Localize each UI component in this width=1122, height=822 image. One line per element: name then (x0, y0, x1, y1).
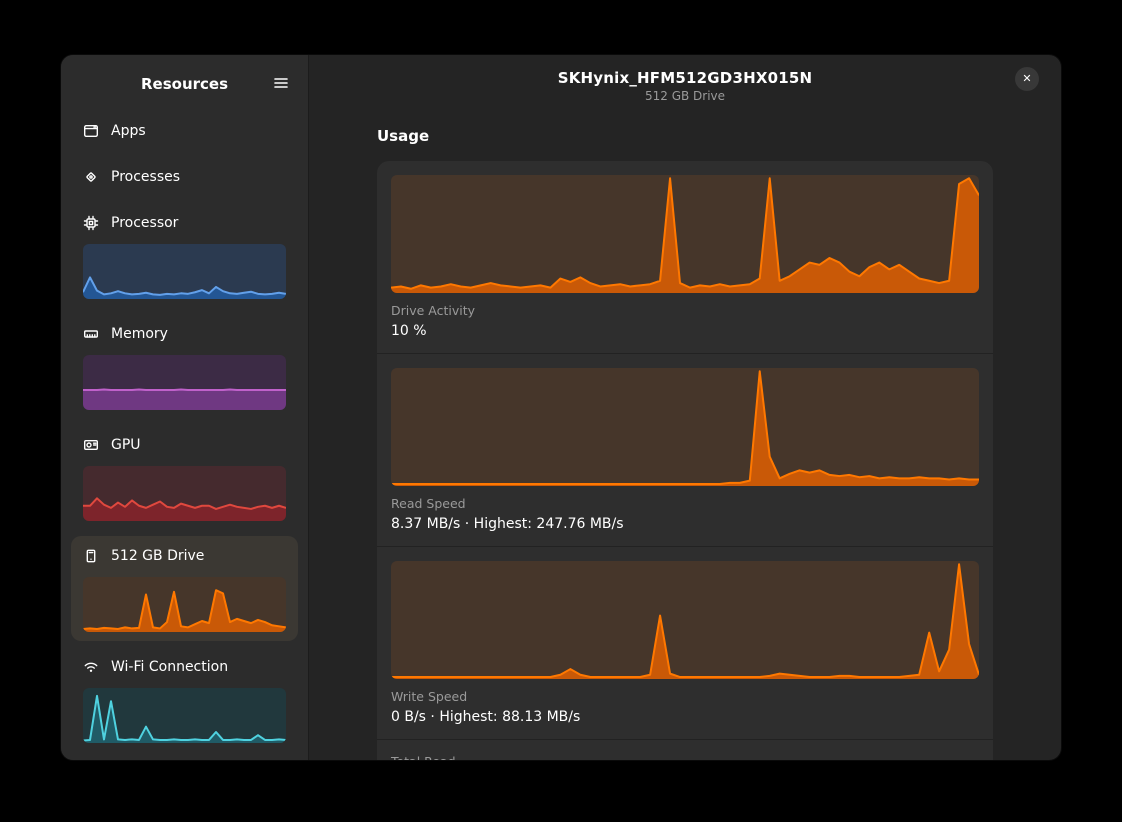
row-value: 10 % (391, 322, 979, 341)
sidebar-item-label: GPU (111, 437, 141, 453)
sidebar-item-processor[interactable]: Processor (71, 203, 298, 308)
row-value: 8.37 MB/s · Highest: 247.76 MB/s (391, 515, 979, 534)
sidebar-header: Resources (71, 63, 298, 105)
sidebar: Resources Apps (61, 55, 309, 760)
drive-activity-row: Drive Activity 10 % (377, 161, 993, 353)
sidebar-item-apps[interactable]: Apps (71, 111, 298, 151)
sidebar-item-label: Wi-Fi Connection (111, 659, 228, 675)
sidebar-nav: Apps Processes Processor (71, 111, 298, 752)
write-speed-chart (391, 561, 979, 679)
page-title: SKHynix_HFM512GD3HX015N (558, 69, 813, 87)
usage-content: Usage Drive Activity 10 % Read Speed 8.3… (309, 111, 1061, 760)
usage-card: Drive Activity 10 % Read Speed 8.37 MB/s… (377, 161, 993, 760)
sidebar-item-label: Apps (111, 123, 146, 139)
processor-sparkline (83, 244, 286, 299)
write-speed-row: Write Speed 0 B/s · Highest: 88.13 MB/s (377, 546, 993, 739)
hamburger-icon (273, 75, 289, 94)
sidebar-item-label: Memory (111, 326, 168, 342)
gpu-icon (83, 437, 99, 453)
row-label: Write Speed (391, 689, 979, 705)
row-label: Read Speed (391, 496, 979, 512)
processes-icon (83, 169, 99, 185)
sidebar-item-processes[interactable]: Processes (71, 157, 298, 197)
drive-sparkline (83, 577, 286, 632)
sidebar-item-gpu[interactable]: GPU (71, 425, 298, 530)
sidebar-title: Resources (141, 75, 228, 93)
main-header: SKHynix_HFM512GD3HX015N 512 GB Drive ✕ (309, 55, 1061, 111)
apps-icon (83, 123, 99, 139)
close-button[interactable]: ✕ (1015, 67, 1039, 91)
sidebar-item-wifi[interactable]: Wi-Fi Connection (71, 647, 298, 752)
menu-button[interactable] (266, 69, 296, 99)
drive-activity-chart (391, 175, 979, 293)
memory-icon (83, 326, 99, 342)
section-title: Usage (377, 127, 993, 145)
main-panel: SKHynix_HFM512GD3HX015N 512 GB Drive ✕ U… (309, 55, 1061, 760)
resources-window: Resources Apps (61, 55, 1061, 760)
row-label: Total Read (391, 754, 979, 760)
memory-sparkline (83, 355, 286, 410)
total-read-row: Total Read (377, 739, 993, 760)
sidebar-item-memory[interactable]: Memory (71, 314, 298, 419)
wifi-sparkline (83, 688, 286, 743)
gpu-sparkline (83, 466, 286, 521)
processor-icon (83, 215, 99, 231)
read-speed-row: Read Speed 8.37 MB/s · Highest: 247.76 M… (377, 353, 993, 546)
drive-icon (83, 548, 99, 564)
sidebar-item-drive[interactable]: 512 GB Drive (71, 536, 298, 641)
page-subtitle: 512 GB Drive (645, 89, 725, 103)
read-speed-chart (391, 368, 979, 486)
wifi-icon (83, 659, 99, 675)
sidebar-item-label: Processor (111, 215, 178, 231)
sidebar-item-label: 512 GB Drive (111, 548, 204, 564)
sidebar-item-label: Processes (111, 169, 180, 185)
row-value: 0 B/s · Highest: 88.13 MB/s (391, 708, 979, 727)
row-label: Drive Activity (391, 303, 979, 319)
